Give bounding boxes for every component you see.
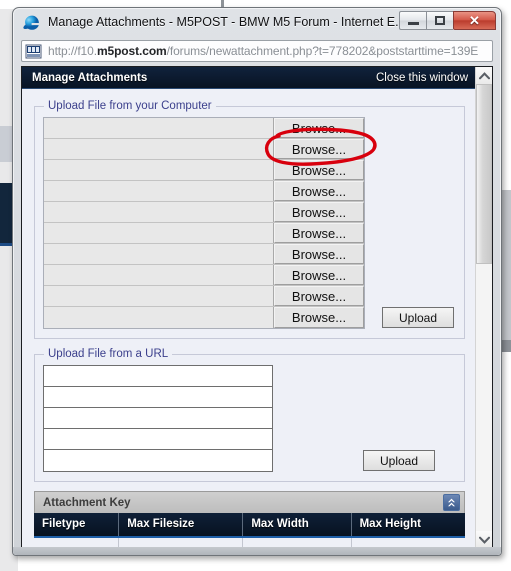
upload-from-computer-row-group: Browse... Browse... Browse... Browse... Brow… (43, 117, 456, 329)
scrollbar-track[interactable] (476, 264, 492, 531)
address-bar-url: http://f10.m5post.com/forums/newattachme… (48, 44, 478, 58)
attachment-key-column-header: Filetype (34, 513, 120, 538)
attachment-key-section: Attachment Key Filetype Max Filesize Max W… (34, 491, 465, 548)
file-path-input[interactable] (44, 265, 274, 285)
close-this-window-link[interactable]: Close this window (376, 72, 468, 84)
file-path-input[interactable] (44, 160, 274, 180)
page-viewport: Manage Attachments Close this window Upl… (21, 66, 493, 549)
page-content: Manage Attachments Close this window Upl… (22, 67, 477, 548)
file-path-input[interactable] (44, 181, 274, 201)
page-header-bar: Manage Attachments Close this window (22, 67, 477, 89)
page-scrollbar[interactable] (475, 67, 492, 548)
desktop-background: Manage Attachments - M5POST - BMW M5 For… (0, 0, 511, 571)
browse-button[interactable]: Browse... (274, 118, 364, 138)
scroll-up-arrow-icon[interactable] (476, 67, 492, 84)
browse-button[interactable]: Browse... (274, 307, 364, 328)
upload-from-url-row-group: Upload (43, 365, 456, 472)
url-input[interactable] (44, 366, 272, 387)
file-upload-row: Browse... (44, 202, 364, 223)
upload-from-url-section: Upload File from a URL Upload (34, 348, 465, 482)
upload-urls-button[interactable]: Upload (363, 450, 435, 471)
minimize-button[interactable] (399, 11, 426, 30)
attachment-key-column-header: Max Filesize (118, 513, 244, 538)
browse-button[interactable]: Browse... (274, 223, 364, 243)
collapse-arrows-icon[interactable] (443, 494, 460, 511)
scrollbar-thumb[interactable] (476, 84, 492, 264)
url-input[interactable] (44, 429, 272, 450)
browser-window: Manage Attachments - M5POST - BMW M5 For… (12, 7, 502, 556)
url-input[interactable] (44, 387, 272, 408)
file-path-input[interactable] (44, 202, 274, 222)
file-upload-row: Browse... (44, 118, 364, 139)
file-upload-row: Browse... (44, 265, 364, 286)
upload-files-button[interactable]: Upload (382, 307, 454, 328)
file-path-input[interactable] (44, 286, 274, 306)
minimize-icon (407, 22, 419, 25)
file-upload-row: Browse... (44, 139, 364, 160)
url-path: /forums/newattachment.php?t=778202&posts… (166, 44, 479, 58)
url-input-table (43, 365, 273, 472)
maximize-button[interactable] (426, 11, 453, 30)
file-upload-row: Browse... (44, 160, 364, 181)
browse-button[interactable]: Browse... (274, 286, 364, 306)
window-controls: ✕ (399, 11, 496, 30)
window-title: Manage Attachments - M5POST - BMW M5 For… (48, 15, 406, 29)
attachment-key-table: Filetype Max Filesize Max Width Max Height (34, 513, 465, 548)
file-upload-row: Browse... (44, 286, 364, 307)
file-upload-row: Browse... (44, 181, 364, 202)
page-icon (25, 44, 42, 58)
close-button[interactable]: ✕ (453, 11, 496, 30)
upload-from-url-legend: Upload File from a URL (48, 348, 169, 360)
attachment-key-header-row: Filetype Max Filesize Max Width Max Height (34, 513, 465, 538)
browse-button[interactable]: Browse... (274, 139, 364, 159)
attachment-key-title: Attachment Key (43, 496, 131, 509)
browse-button[interactable]: Browse... (274, 244, 364, 264)
file-path-input[interactable] (44, 244, 274, 264)
browse-button[interactable]: Browse... (274, 181, 364, 201)
url-input[interactable] (44, 408, 272, 429)
url-host: m5post.com (96, 44, 167, 58)
browse-button[interactable]: Browse... (274, 160, 364, 180)
maximize-icon (435, 16, 445, 25)
url-input[interactable] (44, 450, 272, 471)
page-body: Upload File from your Computer Browse...… (22, 89, 477, 482)
file-path-input[interactable] (44, 139, 274, 159)
browse-button[interactable]: Browse... (274, 265, 364, 285)
attachment-key-header: Attachment Key (34, 491, 465, 513)
upload-from-computer-legend: Upload File from your Computer (48, 100, 212, 112)
window-bottom-edge (13, 547, 501, 555)
internet-explorer-icon (23, 15, 39, 30)
file-upload-row: Browse... (44, 244, 364, 265)
page-title: Manage Attachments (32, 71, 148, 84)
file-upload-table: Browse... Browse... Browse... Browse... Brow… (43, 117, 365, 329)
file-path-input[interactable] (44, 223, 274, 243)
file-upload-row: Browse... (44, 307, 364, 328)
url-scheme-host-prefix: http://f10. (48, 44, 97, 58)
address-bar[interactable]: http://f10.m5post.com/forums/newattachme… (21, 40, 493, 62)
upload-from-computer-section: Upload File from your Computer Browse...… (34, 100, 465, 339)
attachment-key-column-header: Max Width (242, 513, 352, 538)
browse-button[interactable]: Browse... (274, 202, 364, 222)
attachment-key-column-header: Max Height (351, 513, 465, 538)
file-upload-row: Browse... (44, 223, 364, 244)
scroll-down-arrow-icon[interactable] (476, 531, 492, 548)
window-titlebar[interactable]: Manage Attachments - M5POST - BMW M5 For… (13, 8, 501, 38)
close-icon: ✕ (469, 13, 480, 28)
file-path-input[interactable] (44, 307, 274, 328)
file-path-input[interactable] (44, 118, 274, 138)
